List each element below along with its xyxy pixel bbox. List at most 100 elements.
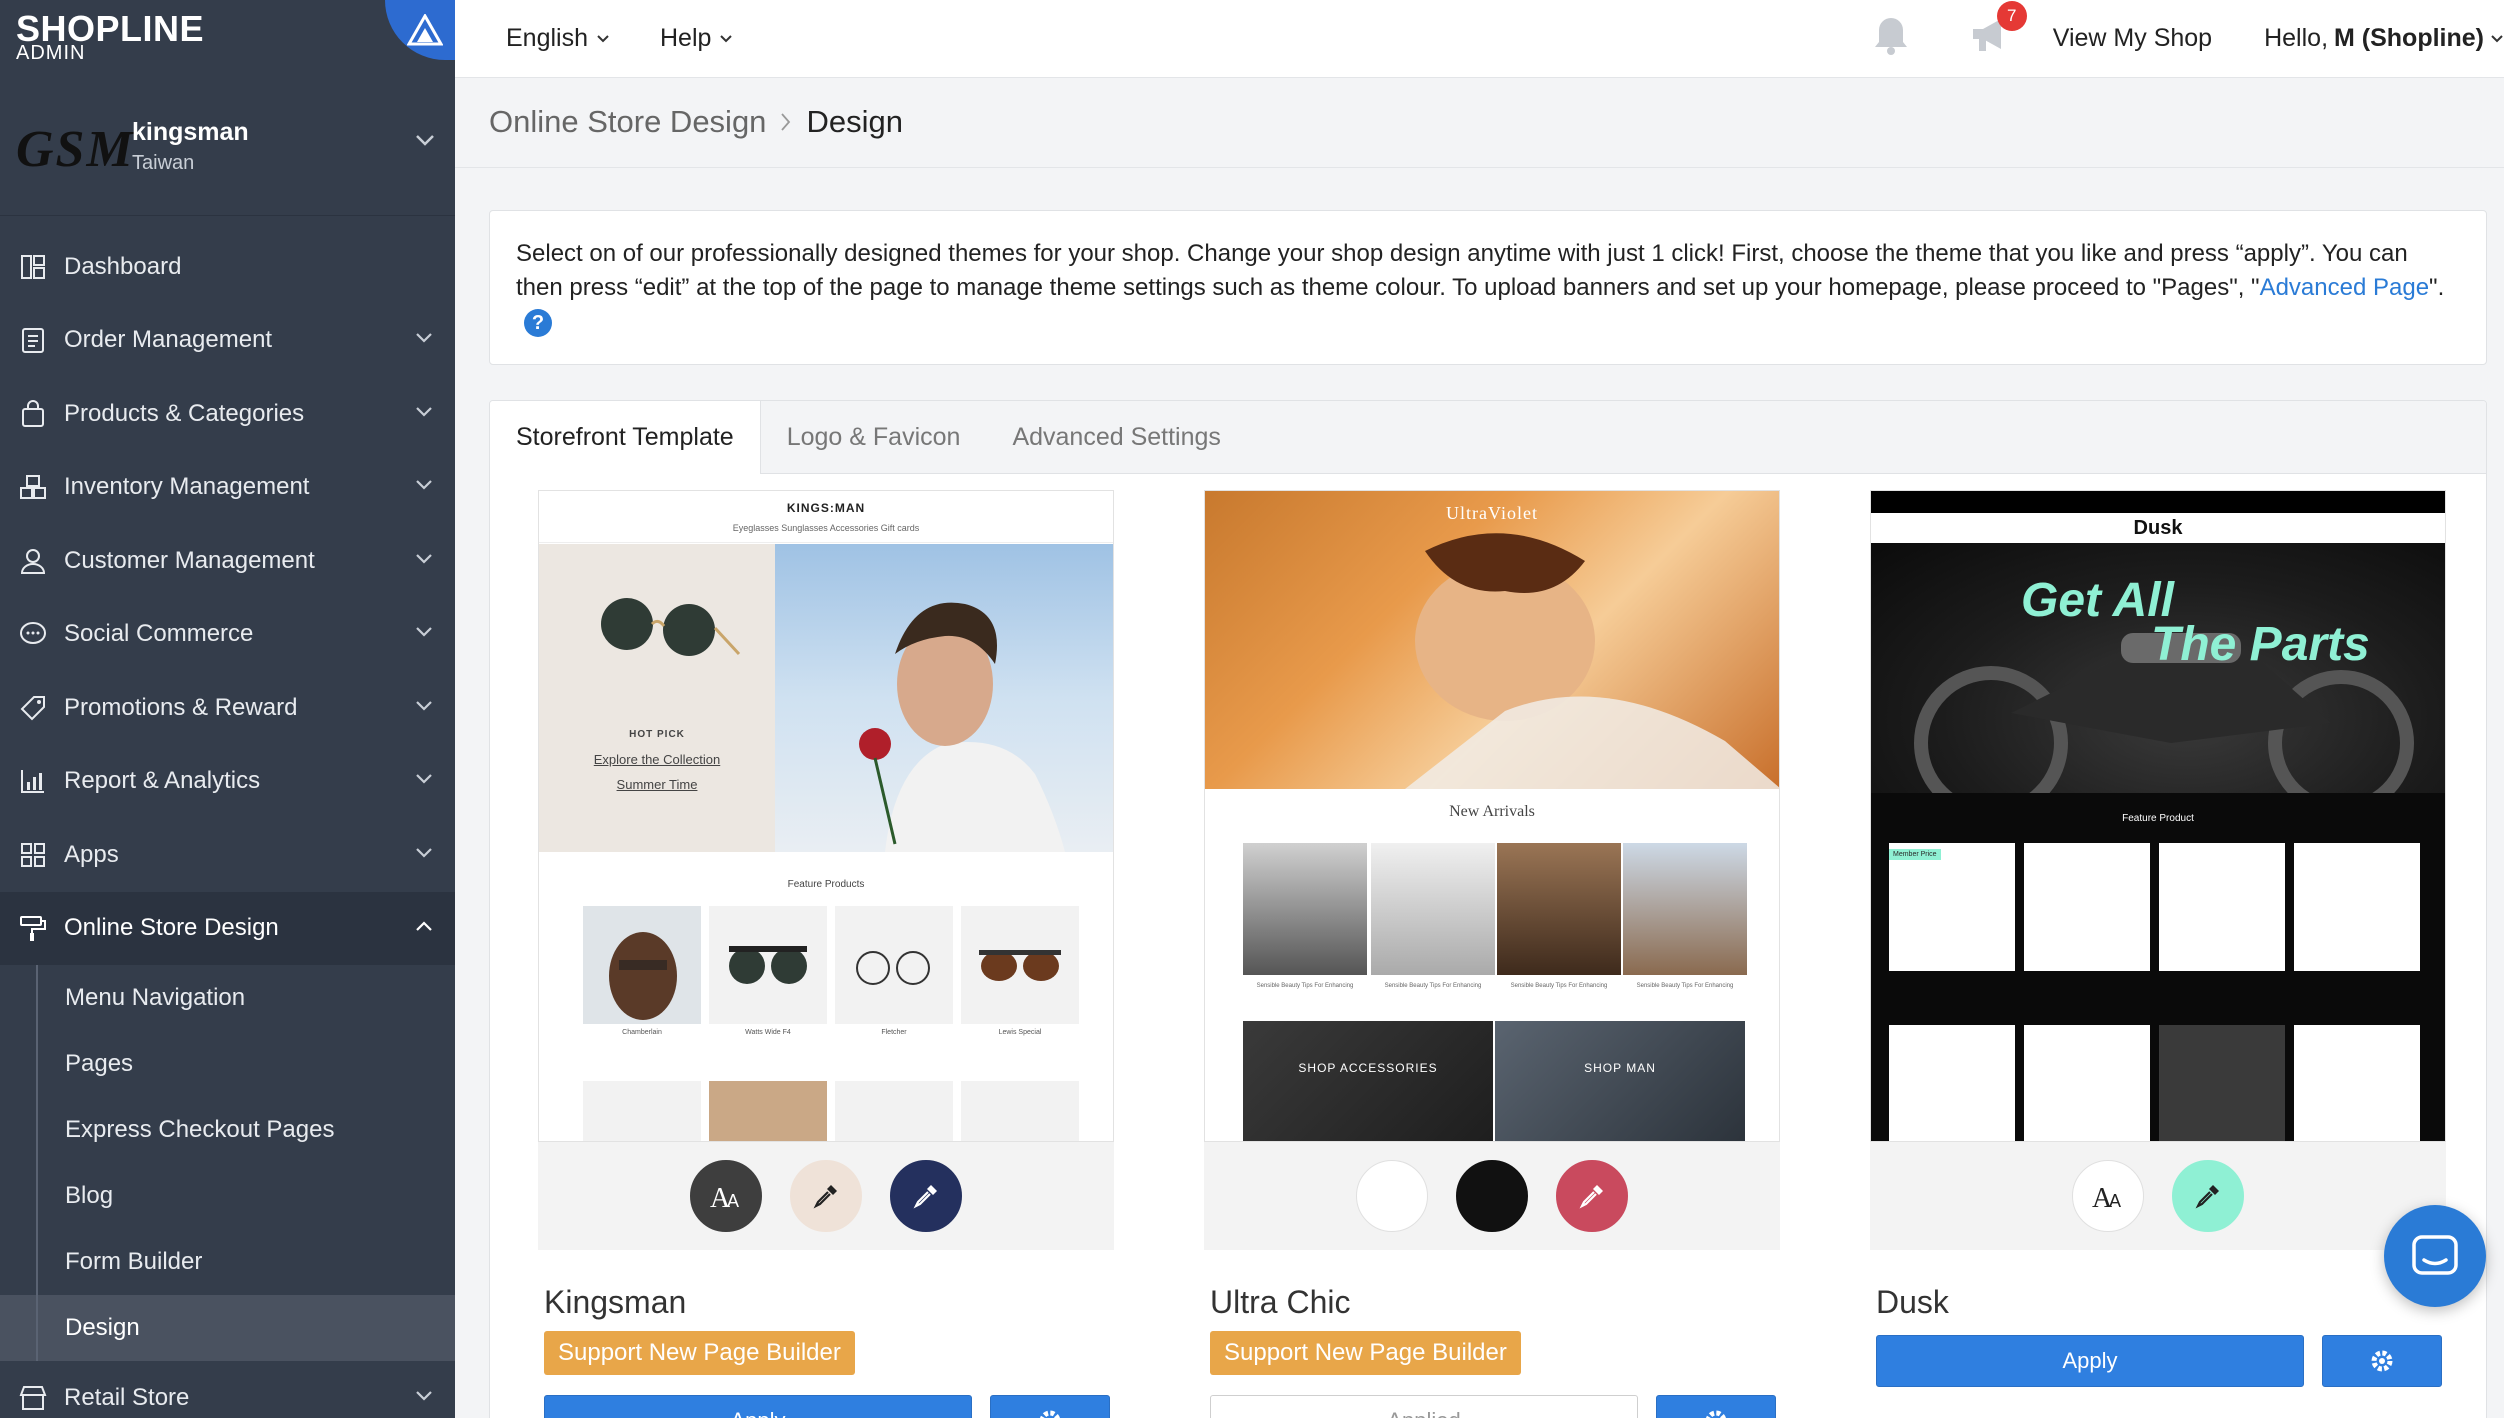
breadcrumb-current: Design	[806, 104, 903, 139]
sidebar-item-apps[interactable]: Apps	[0, 818, 455, 892]
color-swatch[interactable]	[2172, 1160, 2244, 1232]
bell-icon[interactable]	[1871, 14, 1911, 63]
sidebar-item-products[interactable]: Products & Categories	[0, 377, 455, 451]
preview-product	[961, 906, 1079, 1024]
color-swatch[interactable]	[1356, 1160, 1428, 1232]
theme-swatches: AA	[1870, 1142, 2446, 1250]
preview-banner: SHOP MAN	[1495, 1021, 1745, 1141]
gear-icon	[2371, 1350, 2393, 1372]
collapse-sidebar-button[interactable]	[385, 0, 455, 60]
info-text: Select on of our professionally designed…	[516, 240, 2408, 301]
chevron-down-icon	[416, 333, 432, 343]
view-my-shop-link[interactable]: View My Shop	[2053, 24, 2212, 53]
breadcrumb-parent[interactable]: Online Store Design	[489, 104, 766, 140]
color-swatch[interactable]	[790, 1160, 862, 1232]
model-image	[1405, 533, 1779, 789]
applied-button[interactable]: Applied	[1210, 1395, 1638, 1418]
member-price-label: Member Price	[1889, 849, 1941, 860]
divider	[455, 167, 2504, 168]
sidebar-subitem-pages[interactable]: Pages	[0, 1031, 455, 1097]
tab-storefront-template[interactable]: Storefront Template	[490, 401, 761, 474]
color-swatch[interactable]	[1456, 1160, 1528, 1232]
sidebar-item-inventory[interactable]: Inventory Management	[0, 451, 455, 525]
model-image	[859, 602, 1065, 852]
sidebar-subitem-form-builder[interactable]: Form Builder	[0, 1229, 455, 1295]
sidebar-subitem-menu-navigation[interactable]: Menu Navigation	[0, 965, 455, 1031]
help-dropdown[interactable]: Help	[660, 24, 733, 53]
preview-product-caption: Sensible Beauty Tips For Enhancing	[1384, 983, 1482, 989]
chevron-down-icon	[2491, 34, 2503, 42]
theme-card-dusk: Dusk Get All The Parts Feature Product M…	[1870, 490, 2446, 1387]
language-dropdown[interactable]: English	[506, 24, 610, 53]
apply-button[interactable]: Apply	[1876, 1335, 2304, 1387]
user-name: M (Shopline)	[2334, 24, 2484, 52]
theme-name: Dusk	[1876, 1284, 1949, 1320]
preview-product-caption: Sensible Beauty Tips For Enhancing	[1510, 983, 1608, 989]
sidebar-item-online-store-design[interactable]: Online Store Design	[0, 891, 455, 965]
sidebar-item-retail-store[interactable]: Retail Store	[0, 1361, 455, 1418]
explore-link: Explore the Collection	[593, 752, 721, 767]
preview-product	[583, 906, 701, 1024]
sidebar-item-reports[interactable]: Report & Analytics	[0, 745, 455, 819]
font-swatch[interactable]: AA	[2072, 1160, 2144, 1232]
sidebar-item-orders[interactable]: Order Management	[0, 304, 455, 378]
eyedropper-icon	[2195, 1185, 2219, 1209]
preview-product	[2024, 843, 2150, 971]
preview-product	[961, 1081, 1079, 1141]
theme-actions: Apply	[1870, 1335, 2446, 1387]
breadcrumb: Online Store Design Design	[489, 104, 903, 140]
tab-label: Logo & Favicon	[786, 422, 961, 451]
font-swatch[interactable]: AA	[690, 1160, 762, 1232]
admin-label: ADMIN	[16, 42, 86, 64]
sidebar-subitem-express-checkout[interactable]: Express Checkout Pages	[0, 1097, 455, 1163]
theme-name: Ultra Chic	[1210, 1284, 1351, 1320]
store-icon	[18, 1383, 48, 1413]
preview-product-caption: Sensible Beauty Tips For Enhancing	[1256, 983, 1354, 989]
sidebar-subitem-label: Express Checkout Pages	[65, 1116, 335, 1143]
user-menu[interactable]: Hello, M (Shopline)	[2264, 24, 2504, 53]
chevron-down-icon	[720, 34, 733, 42]
sidebar-item-customers[interactable]: Customer Management	[0, 524, 455, 598]
advanced-page-link[interactable]: Advanced Page	[2260, 274, 2429, 301]
preview-top-strip	[1871, 491, 2445, 513]
sidebar-item-label: Promotions & Reward	[64, 693, 298, 721]
preview-banner: SHOP ACCESSORIES	[1243, 1021, 1493, 1141]
tab-advanced-settings[interactable]: Advanced Settings	[986, 401, 1246, 473]
theme-preview[interactable]: Dusk Get All The Parts Feature Product M…	[1870, 490, 2446, 1142]
theme-settings-button[interactable]	[1656, 1395, 1776, 1418]
theme-settings-button[interactable]	[990, 1395, 1110, 1418]
sidebar-item-label: Report & Analytics	[64, 767, 261, 795]
announcements-button[interactable]: 7	[1969, 1, 2027, 62]
preview-product-name: Watts Wide F4	[745, 1029, 791, 1036]
sidebar-item-promotions[interactable]: Promotions & Reward	[0, 671, 455, 745]
preview-hero-left	[539, 544, 775, 852]
preview-product	[2159, 843, 2285, 971]
color-swatch[interactable]	[1556, 1160, 1628, 1232]
theme-preview[interactable]: UltraViolet New Arrivals Sensible Beauty…	[1204, 490, 1780, 1142]
theme-preview[interactable]: KINGS:MAN Eyeglasses Sunglasses Accessor…	[538, 490, 1114, 1142]
gear-icon	[1705, 1410, 1727, 1418]
sidebar-item-dashboard[interactable]: Dashboard	[0, 230, 455, 304]
chevron-down-icon	[416, 406, 432, 417]
tab-label: Advanced Settings	[1012, 422, 1221, 451]
sidebar-item-social-commerce[interactable]: Social Commerce	[0, 598, 455, 672]
preview-feature-title: Feature Product	[2122, 813, 2194, 824]
chat-support-button[interactable]	[2384, 1205, 2486, 1307]
shop-accessories-label: SHOP ACCESSORIES	[1298, 1061, 1438, 1075]
theme-settings-button[interactable]	[2322, 1335, 2442, 1387]
preview-hero: UltraViolet	[1205, 491, 1779, 789]
apply-button[interactable]: Apply	[544, 1395, 972, 1418]
store-switcher[interactable]: GSM kingsman Taiwan	[0, 78, 455, 216]
help-icon[interactable]: ?	[524, 308, 552, 337]
theme-swatches	[1204, 1142, 1780, 1250]
sidebar-subitem-blog[interactable]: Blog	[0, 1163, 455, 1229]
sidebar-subitem-design[interactable]: Design	[0, 1295, 455, 1361]
tab-logo-favicon[interactable]: Logo & Favicon	[761, 401, 987, 473]
color-swatch[interactable]	[890, 1160, 962, 1232]
preview-headline-2: The Parts	[2151, 618, 2370, 671]
logo-area: SHOPLINE ADMIN	[0, 0, 455, 78]
chevron-down-icon	[416, 847, 432, 858]
sidebar-subitem-label: Design	[65, 1314, 140, 1341]
preview-product-name: Lewis Special	[998, 1029, 1042, 1036]
sidebar-nav: Dashboard Order Management Products & Ca…	[0, 216, 455, 1418]
